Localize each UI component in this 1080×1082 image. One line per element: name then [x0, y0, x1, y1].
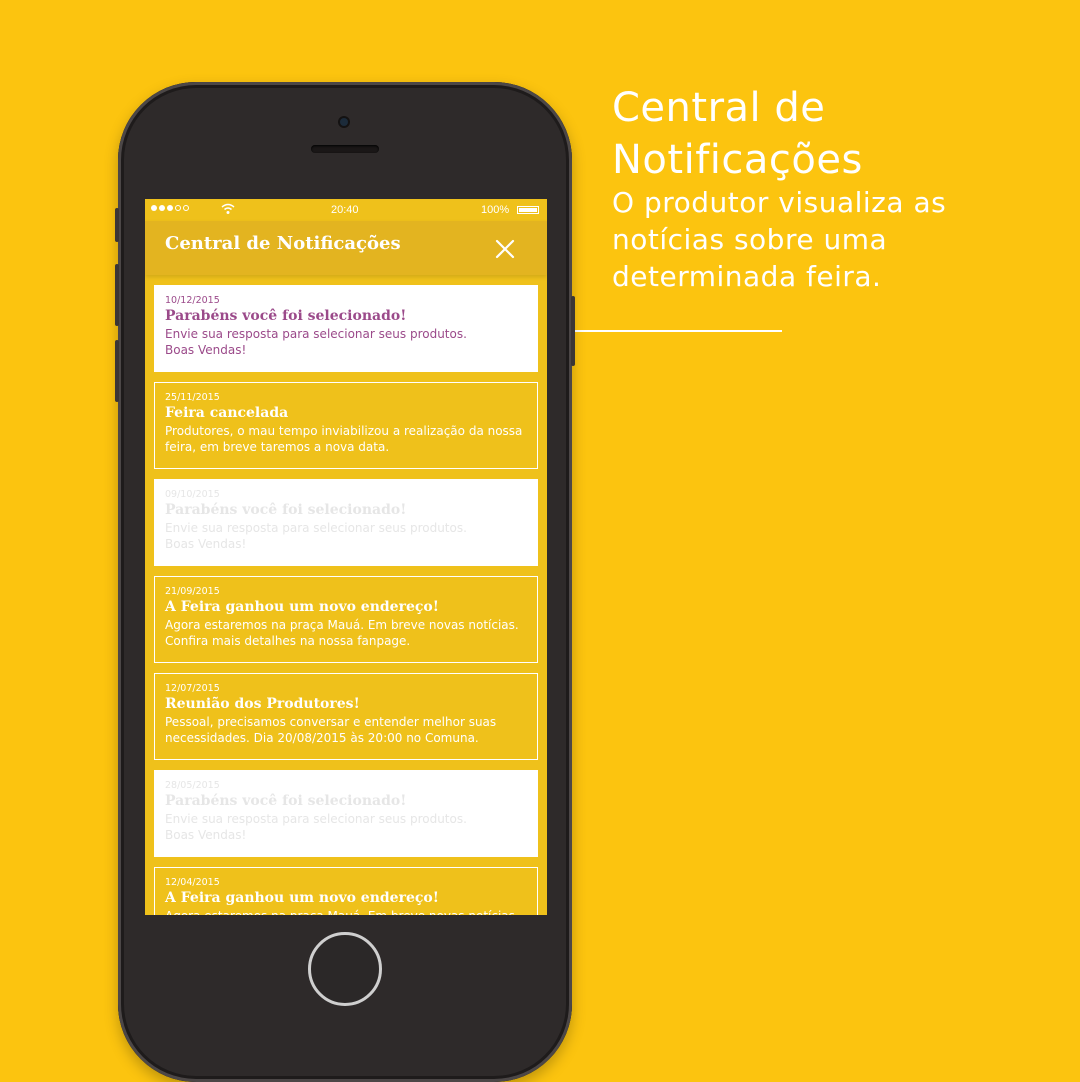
notification-text-line-2: Boas Vendas! [165, 828, 247, 842]
volume-down-button [115, 340, 119, 402]
home-button[interactable] [308, 932, 382, 1006]
notification-date: 25/11/2015 [165, 392, 220, 403]
caption-title: Central de Notificações [612, 85, 863, 183]
notification-card[interactable]: 25/11/2015 Feira cancelada Produtores, o m… [154, 382, 538, 469]
notification-text-line-1: Envie sua resposta para selecionar seus … [165, 327, 467, 341]
notification-date: 21/09/2015 [165, 586, 220, 597]
notification-text-line-1: Agora estaremos na praça Mauá. Em breve … [165, 618, 519, 632]
notification-text-line-1: Produtores, o mau tempo inviabilizou a r… [165, 424, 523, 438]
speaker-grille [311, 145, 379, 153]
notification-date: 28/05/2015 [165, 780, 220, 791]
close-icon[interactable] [491, 235, 519, 263]
notification-text-line-2: necessidades. Dia 20/08/2015 às 20:00 no… [165, 731, 479, 745]
signal-dots-icon [151, 205, 189, 211]
mute-switch [115, 208, 119, 242]
status-time: 20:40 [331, 204, 359, 216]
notification-date: 09/10/2015 [165, 489, 220, 500]
volume-up-button [115, 264, 119, 326]
wifi-icon [221, 203, 235, 214]
notification-card[interactable]: 21/09/2015 A Feira ganhou um novo endereç… [154, 576, 538, 663]
notification-text-line-1: Agora estaremos na praça Mauá. Em breve … [165, 908, 529, 915]
battery-percentage: 100% [481, 204, 510, 216]
camera-icon [340, 118, 348, 126]
notification-text-line-2: feira, em breve taremos a nova data. [165, 440, 390, 454]
notification-title: A Feira ganhou um novo endereço! [165, 890, 439, 906]
notification-text-line-1: Envie sua resposta para selecionar seus … [165, 521, 467, 535]
notification-text-line-2: Confira mais detalhes na nossa fanpage. [165, 634, 411, 648]
caption-description: O produtor visualiza as notícias sobre u… [612, 186, 947, 293]
notification-title: Parabéns você foi selecionado! [165, 502, 407, 518]
notification-card[interactable]: 28/05/2015 Parabéns você foi selecionado!… [154, 770, 538, 857]
battery-icon [517, 206, 539, 214]
notification-title: Feira cancelada [165, 405, 289, 421]
header-title: Central de Notificações [165, 233, 401, 254]
notification-card[interactable]: 12/04/2015 A Feira ganhou um novo endereç… [154, 867, 538, 915]
notification-title: Parabéns você foi selecionado! [165, 793, 407, 809]
phone-screen: 20:40 100% Central de Notificações 10/12… [145, 199, 547, 915]
notification-date: 12/04/2015 [165, 877, 220, 888]
notification-card[interactable]: 09/10/2015 Parabéns você foi selecionado!… [154, 479, 538, 566]
notification-list: 10/12/2015 Parabéns você foi selecionado!… [154, 285, 538, 915]
power-button [571, 296, 575, 366]
notification-card[interactable]: 10/12/2015 Parabéns você foi selecionado!… [154, 285, 538, 372]
notification-date: 12/07/2015 [165, 683, 220, 694]
notification-title: A Feira ganhou um novo endereço! [165, 599, 439, 615]
notification-text-line-1: Pessoal, precisamos conversar e entender… [165, 715, 497, 729]
notification-text-line-2: Boas Vendas! [165, 537, 247, 551]
notification-text-line-1: Envie sua resposta para selecionar seus … [165, 812, 467, 826]
status-bar: 20:40 100% [145, 199, 547, 221]
notification-text-line-2: Boas Vendas! [165, 343, 247, 357]
app-header: Central de Notificações [145, 221, 547, 275]
notification-title: Reunião dos Produtores! [165, 696, 360, 712]
notification-title: Parabéns você foi selecionado! [165, 308, 407, 324]
notification-card[interactable]: 12/07/2015 Reunião dos Produtores! Pessoal… [154, 673, 538, 760]
notification-date: 10/12/2015 [165, 295, 220, 306]
